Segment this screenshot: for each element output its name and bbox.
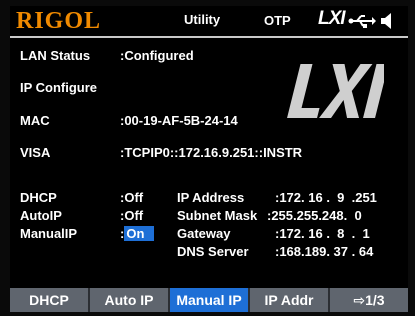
instrument-screen: RIGOL Utility OTP LXI LAN Status :Config… xyxy=(10,6,408,312)
gateway-value: :172. 16 . 8 . 1 xyxy=(275,226,370,241)
manualip-value[interactable]: : On xyxy=(120,226,155,241)
autoip-value[interactable]: :Off xyxy=(120,208,143,223)
dhcp-value[interactable]: :Off xyxy=(120,190,143,205)
dns-server-label: DNS Server xyxy=(177,244,249,259)
lan-settings-panel: LAN Status :Configured IP Configure MAC … xyxy=(10,36,408,288)
mac-value: :00-19-AF-5B-24-14 xyxy=(120,113,238,128)
otp-indicator: OTP xyxy=(264,13,291,28)
visa-label: VISA xyxy=(20,145,51,160)
softkey-manual-ip[interactable]: Manual IP xyxy=(170,288,250,312)
ip-address-label: IP Address xyxy=(177,190,245,205)
ip-configure-label: IP Configure xyxy=(20,80,98,95)
manualip-label: ManualIP xyxy=(20,226,78,241)
mode-title: Utility xyxy=(184,12,221,27)
lan-status-label: LAN Status xyxy=(20,48,91,63)
softkey-next-page[interactable]: ⇨1/3 xyxy=(330,288,408,312)
lxi-status-icon: LXI xyxy=(318,8,346,29)
mac-label: MAC xyxy=(20,113,50,128)
lan-status-value: :Configured xyxy=(120,48,194,63)
gateway-label: Gateway xyxy=(177,226,231,241)
subnet-mask-value: :255.255.248. 0 xyxy=(267,208,362,223)
autoip-label: AutoIP xyxy=(20,208,62,223)
lxi-logo-icon xyxy=(287,64,384,118)
softkey-ip-addr[interactable]: IP Addr xyxy=(250,288,330,312)
softkey-auto-ip[interactable]: Auto IP xyxy=(90,288,170,312)
softkey-bar: DHCP Auto IP Manual IP IP Addr ⇨1/3 xyxy=(10,288,408,312)
visa-value: :TCPIP0::172.16.9.251::INSTR xyxy=(120,145,303,160)
dhcp-label: DHCP xyxy=(20,190,57,205)
manualip-selected[interactable]: On xyxy=(124,226,155,241)
usb-icon xyxy=(348,15,376,28)
dns-server-value: :168.189. 37 . 64 xyxy=(275,244,374,259)
subnet-mask-label: Subnet Mask xyxy=(177,208,258,223)
brand-logo: RIGOL xyxy=(16,8,102,34)
speaker-icon xyxy=(381,13,391,29)
status-header: RIGOL Utility OTP LXI xyxy=(10,6,408,36)
softkey-dhcp[interactable]: DHCP xyxy=(10,288,90,312)
ip-address-value: :172. 16 . 9 .251 xyxy=(275,190,377,205)
